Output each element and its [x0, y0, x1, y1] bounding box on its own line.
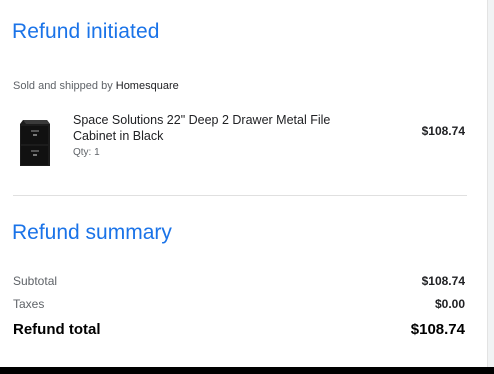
subtotal-value: $108.74	[421, 274, 465, 288]
item-info: Space Solutions 22" Deep 2 Drawer Metal …	[73, 112, 373, 158]
taxes-label: Taxes	[13, 297, 45, 311]
order-item: Space Solutions 22" Deep 2 Drawer Metal …	[13, 110, 465, 170]
subtotal-label: Subtotal	[13, 274, 58, 288]
bottom-edge-bar	[0, 367, 494, 374]
divider	[13, 195, 467, 196]
sold-by-line: Sold and shipped by Homesquare	[13, 80, 179, 92]
seller-name: Homesquare	[115, 80, 179, 92]
item-quantity: Qty: 1	[73, 147, 100, 158]
scrollbar-track[interactable]	[487, 0, 494, 367]
item-price: $108.74	[421, 124, 465, 138]
sold-by-prefix: Sold and shipped by	[13, 80, 113, 92]
refund-page: Refund initiated Sold and shipped by Hom…	[0, 0, 494, 374]
taxes-value: $0.00	[434, 297, 465, 311]
item-name[interactable]: Space Solutions 22" Deep 2 Drawer Metal …	[73, 112, 373, 144]
file-cabinet-image[interactable]	[17, 118, 53, 168]
refund-summary-title: Refund summary	[12, 221, 172, 244]
page-title: Refund initiated	[12, 20, 160, 43]
refund-total-value: $108.74	[410, 321, 465, 338]
refund-total-label: Refund total	[13, 321, 101, 338]
